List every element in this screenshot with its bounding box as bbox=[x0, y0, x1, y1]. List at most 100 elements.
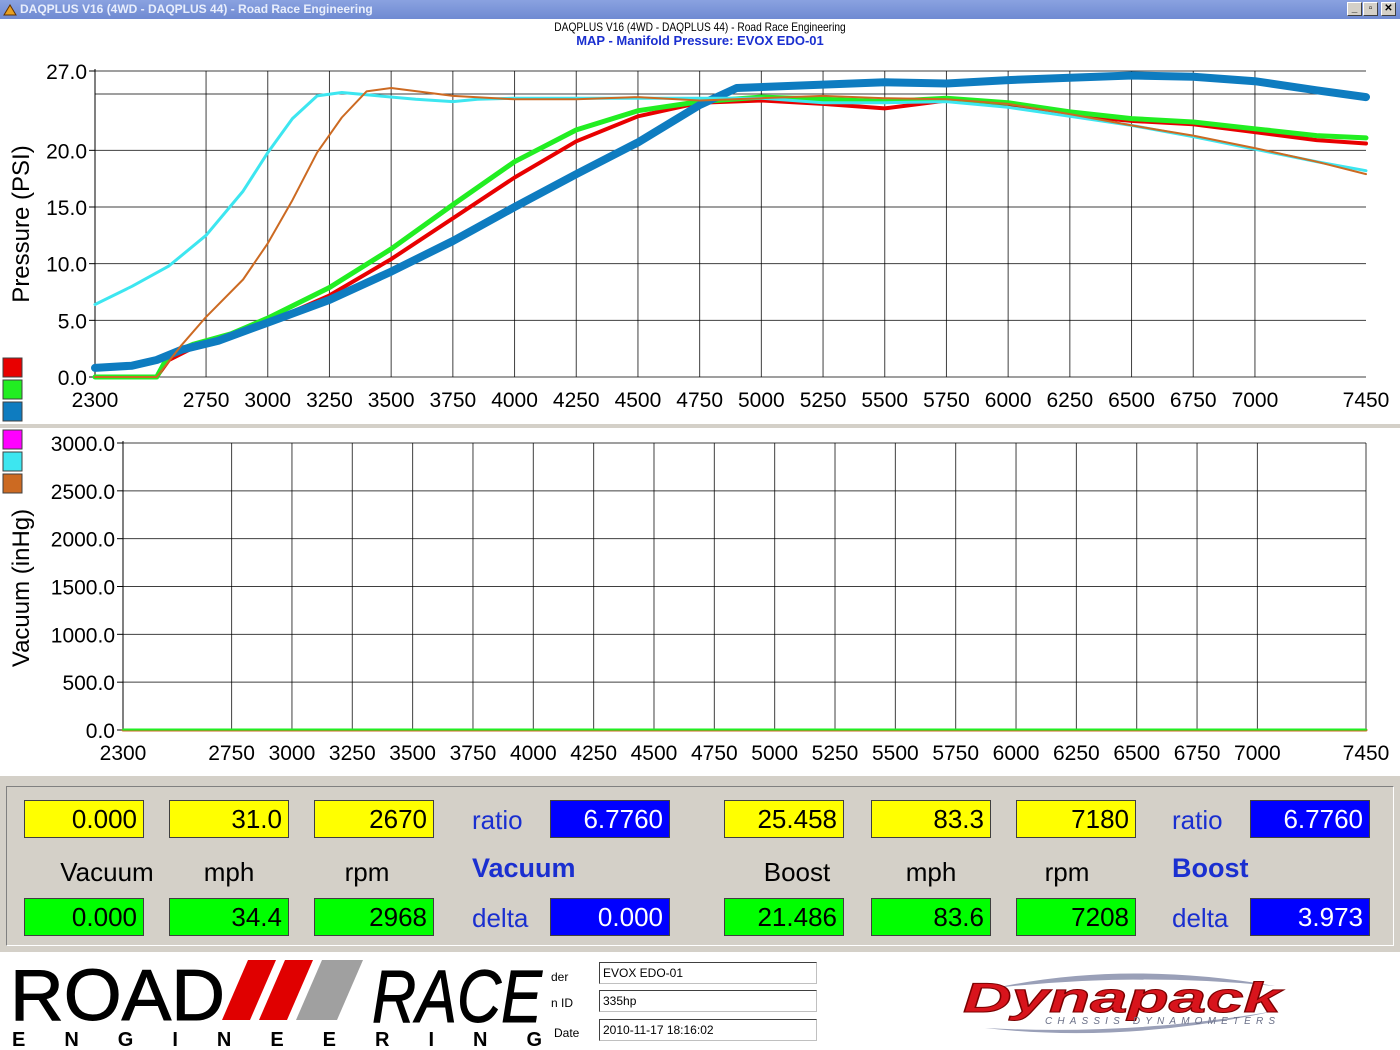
pressure-xtick-label: 4000 bbox=[491, 389, 538, 412]
vacuum-ytick-label: 1500.0 bbox=[51, 577, 115, 600]
pressure-xtick-label: 7450 bbox=[1343, 389, 1390, 412]
pressure-xtick-label: 6750 bbox=[1170, 389, 1217, 412]
info-field-3[interactable]: 2010-11-17 18:16:02 bbox=[599, 1019, 817, 1041]
vacuum-delta-label: delta bbox=[472, 903, 529, 933]
vacuum-xtick-label: 5750 bbox=[932, 742, 979, 765]
vacuum-mph-2: 34.4 bbox=[169, 898, 289, 936]
footer: ROAD RACE E N G I N E E R I N G der EVOX… bbox=[0, 952, 1400, 1050]
vacuum-xtick-label: 4000 bbox=[510, 742, 557, 765]
info-label-1: der bbox=[551, 970, 569, 984]
vacuum-xtick-label: 7450 bbox=[1343, 742, 1390, 765]
road-race-logo: ROAD RACE E N G I N E E R I N G bbox=[10, 955, 544, 1050]
pressure-ytick-label: 5.0 bbox=[58, 310, 87, 333]
vacuum-xtick-label: 6500 bbox=[1113, 742, 1160, 765]
boost-mph-label: mph bbox=[905, 857, 957, 887]
logo-race-text: RACE bbox=[372, 955, 543, 1038]
pressure-xtick-label: 3000 bbox=[244, 389, 291, 412]
pressure-ytick-label: 0.0 bbox=[58, 367, 87, 390]
pressure-ytick-label: 27.0 bbox=[46, 61, 87, 84]
pressure-xtick-label: 4750 bbox=[676, 389, 723, 412]
vacuum-xtick-label: 6000 bbox=[993, 742, 1040, 765]
vacuum-ytick-label: 500.0 bbox=[62, 672, 115, 695]
chart-header: DAQPLUS V16 (4WD - DAQPLUS 44) - Road Ra… bbox=[0, 20, 1400, 48]
boost-delta-label: delta bbox=[1172, 903, 1229, 933]
window-title: DAQPLUS V16 (4WD - DAQPLUS 44) - Road Ra… bbox=[20, 2, 373, 16]
vacuum-mph-label: mph bbox=[203, 857, 255, 887]
pressure-ytick-label: 20.0 bbox=[46, 140, 87, 163]
boost-ratio-value: 6.7760 bbox=[1250, 800, 1370, 838]
readout-frame: 0.000 31.0 2670 ratio 6.7760 Vacuum mph … bbox=[6, 786, 1394, 946]
pressure-legend-swatch-blue bbox=[2, 401, 23, 422]
close-button[interactable]: ✕ bbox=[1381, 2, 1396, 16]
pressure-ytick-label: 15.0 bbox=[46, 197, 87, 220]
boost-label: Boost bbox=[763, 857, 831, 887]
boost-mph-1: 83.3 bbox=[871, 800, 991, 838]
vacuum-rpm-2: 2968 bbox=[314, 898, 434, 936]
vacuum-legend-swatch-magenta bbox=[2, 429, 23, 450]
pressure-xtick-label: 6500 bbox=[1108, 389, 1155, 412]
vacuum-group-title: Vacuum bbox=[472, 853, 576, 883]
pressure-legend-swatch-red bbox=[2, 357, 23, 378]
dynapack-logo: Dynapack CHASSIS DYNAMOMETERS bbox=[963, 973, 1286, 1034]
chart-header-line1: DAQPLUS V16 (4WD - DAQPLUS 44) - Road Ra… bbox=[554, 20, 846, 34]
pressure-xtick-label: 3500 bbox=[368, 389, 415, 412]
pressure-xtick-label: 2750 bbox=[183, 389, 230, 412]
vacuum-xtick-label: 5250 bbox=[812, 742, 859, 765]
vacuum-ratio-label: ratio bbox=[472, 805, 523, 835]
pressure-xtick-label: 5500 bbox=[861, 389, 908, 412]
readout-panel: 0.000 31.0 2670 ratio 6.7760 Vacuum mph … bbox=[0, 780, 1400, 952]
vacuum-xtick-label: 4750 bbox=[691, 742, 738, 765]
vacuum-xtick-label: 6250 bbox=[1053, 742, 1100, 765]
vacuum-rpm-1: 2670 bbox=[314, 800, 434, 838]
vacuum-xtick-label: 2750 bbox=[208, 742, 255, 765]
vacuum-ytick-label: 2500.0 bbox=[51, 481, 115, 504]
pressure-xtick-label: 2300 bbox=[72, 389, 119, 412]
pressure-xtick-label: 7000 bbox=[1232, 389, 1279, 412]
info-field-2[interactable]: 335hp bbox=[599, 990, 817, 1012]
vacuum-legend-swatch-orange bbox=[2, 473, 23, 494]
boost-value-2: 21.486 bbox=[724, 898, 844, 936]
pressure-xtick-label: 5000 bbox=[738, 389, 785, 412]
vacuum-xtick-label: 4500 bbox=[631, 742, 678, 765]
vacuum-legend-swatch-cyan bbox=[2, 451, 23, 472]
boost-rpm-1: 7180 bbox=[1016, 800, 1136, 838]
pressure-xtick-label: 6000 bbox=[985, 389, 1032, 412]
vacuum-xtick-label: 4250 bbox=[570, 742, 617, 765]
pressure-legend-swatch-green bbox=[2, 379, 23, 400]
boost-group-title: Boost bbox=[1172, 853, 1249, 883]
vacuum-ytick-label: 0.0 bbox=[86, 720, 115, 743]
vacuum-delta-value: 0.000 bbox=[550, 898, 670, 936]
window-titlebar: DAQPLUS V16 (4WD - DAQPLUS 44) - Road Ra… bbox=[0, 0, 1400, 19]
pressure-xtick-label: 5750 bbox=[923, 389, 970, 412]
vacuum-ratio-value: 6.7760 bbox=[550, 800, 670, 838]
vacuum-xtick-label: 5000 bbox=[751, 742, 798, 765]
vacuum-xtick-label: 3500 bbox=[389, 742, 436, 765]
logo-dynapack-text: Dynapack bbox=[963, 974, 1285, 1021]
app-icon bbox=[3, 4, 17, 16]
vacuum-xtick-label: 2300 bbox=[100, 742, 147, 765]
vacuum-xtick-label: 7000 bbox=[1234, 742, 1281, 765]
boost-rpm-2: 7208 bbox=[1016, 898, 1136, 936]
pressure-xtick-label: 4500 bbox=[615, 389, 662, 412]
info-field-1[interactable]: EVOX EDO-01 bbox=[599, 962, 817, 984]
boost-value-1: 25.458 bbox=[724, 800, 844, 838]
vacuum-xtick-label: 6750 bbox=[1174, 742, 1221, 765]
pressure-ytick-label: 10.0 bbox=[46, 254, 87, 277]
boost-mph-2: 83.6 bbox=[871, 898, 991, 936]
info-label-3: Date bbox=[554, 1026, 580, 1040]
vacuum-xtick-label: 3750 bbox=[450, 742, 497, 765]
vacuum-ytick-label: 1000.0 bbox=[51, 624, 115, 647]
pressure-xtick-label: 3250 bbox=[306, 389, 353, 412]
boost-ratio-label: ratio bbox=[1172, 805, 1223, 835]
pressure-ylabel: Pressure (PSI) bbox=[8, 145, 35, 302]
boost-delta-value: 3.973 bbox=[1250, 898, 1370, 936]
logo-road-text: ROAD bbox=[10, 956, 225, 1036]
vacuum-rpm-label: rpm bbox=[344, 857, 390, 887]
vacuum-xtick-label: 5500 bbox=[872, 742, 919, 765]
charts-area: 0.0 5.0 10.0 15.0 20.0 27.0 2300 2750 3000 3250 35… bbox=[0, 56, 1400, 778]
vacuum-value-1: 0.000 bbox=[24, 800, 144, 838]
minimize-button[interactable]: _ bbox=[1347, 2, 1362, 16]
restore-button[interactable]: ▫ bbox=[1363, 2, 1378, 16]
vacuum-ytick-label: 3000.0 bbox=[51, 433, 115, 456]
info-label-2: n ID bbox=[551, 996, 574, 1010]
